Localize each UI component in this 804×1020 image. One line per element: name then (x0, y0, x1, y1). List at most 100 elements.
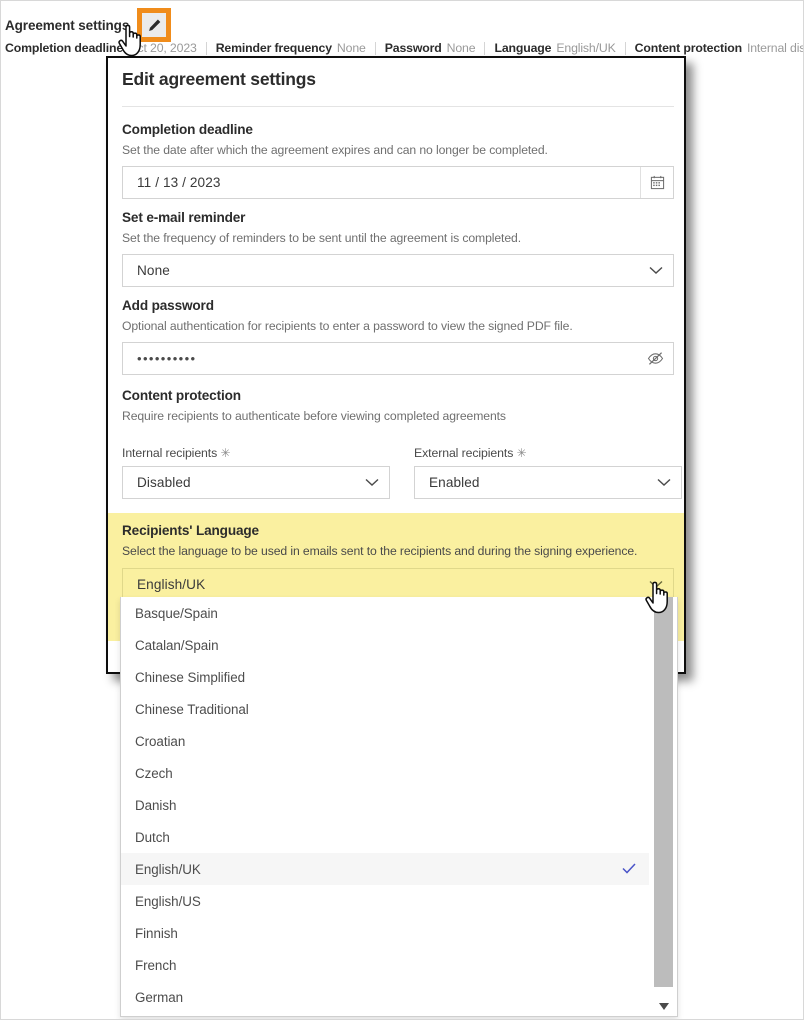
list-item-selected[interactable]: English/UK (121, 853, 652, 885)
chevron-down-icon (365, 467, 379, 498)
list-item-label: Danish (135, 797, 177, 813)
list-item-label: English/US (135, 893, 201, 909)
recipients-language-description: Select the language to be used in emails… (122, 544, 638, 558)
scroll-down-arrow-icon-svg (658, 1002, 669, 1010)
internal-recipients-select[interactable]: Disabled (122, 466, 390, 499)
list-item-label: Chinese Simplified (135, 669, 245, 685)
list-item[interactable]: Catalan/Spain (121, 629, 652, 661)
content-protection-label: Content protection (122, 388, 241, 403)
list-item[interactable]: German (121, 981, 652, 1013)
language-options-list: Basque/Spain Catalan/Spain Chinese Simpl… (121, 597, 652, 1016)
completion-deadline-description: Set the date after which the agreement e… (122, 143, 548, 157)
list-item-label: English/UK (135, 861, 201, 877)
required-marker-icon: ✳ (220, 446, 231, 460)
recipients-language-inner: Recipients' Language Select the language… (122, 523, 674, 600)
dialog-title: Edit agreement settings (122, 69, 316, 89)
list-item-label: French (135, 957, 177, 973)
dialog-divider (122, 106, 674, 107)
chevron-down-icon (657, 467, 671, 498)
add-password-value: •••••••••• (137, 351, 197, 366)
completion-deadline-value: 11 / 13 / 2023 (137, 175, 221, 190)
agreement-settings-summary: Agreement settings Completion deadline O… (1, 1, 803, 59)
language-dropdown-list[interactable]: Basque/Spain Catalan/Spain Chinese Simpl… (120, 597, 678, 1017)
email-reminder-field: Set e-mail reminder Set the frequency of… (122, 210, 674, 287)
external-recipients-select[interactable]: Enabled (414, 466, 682, 499)
summary-title-row: Agreement settings (5, 8, 172, 42)
summary-fields-row: Completion deadline Oct 20, 2023 Reminde… (5, 39, 803, 57)
screenshot-root: Agreement settings Completion deadline O… (0, 0, 804, 1020)
internal-recipients-value: Disabled (137, 475, 191, 490)
recipients-language-label: Recipients' Language (122, 523, 259, 538)
chevron-down-icon (649, 569, 663, 600)
completion-deadline-input[interactable]: 11 / 13 / 2023 (122, 166, 674, 199)
email-reminder-description: Set the frequency of reminders to be sen… (122, 231, 521, 245)
list-item[interactable]: Dutch (121, 821, 652, 853)
calendar-icon-svg (650, 175, 664, 190)
internal-recipients-label-text: Internal recipients (122, 446, 218, 460)
edit-agreement-settings-button[interactable] (137, 8, 172, 42)
list-item-label: Finnish (135, 925, 178, 941)
add-password-input[interactable]: •••••••••• (122, 342, 674, 375)
list-item-label: Catalan/Spain (135, 637, 219, 653)
external-recipients-value: Enabled (429, 475, 480, 490)
summary-separator (374, 41, 376, 55)
list-item[interactable]: Croatian (121, 725, 652, 757)
completion-deadline-field: Completion deadline Set the date after w… (122, 122, 674, 199)
external-recipients-group: External recipients ✳ Enabled (414, 446, 682, 499)
summary-separator (484, 41, 486, 55)
external-recipients-label-text: External recipients (414, 446, 514, 460)
list-item[interactable]: Czech (121, 757, 652, 789)
content-protection-field: Content protection Require recipients to… (122, 388, 674, 432)
content-protection-selects: Internal recipients ✳ Disabled External … (122, 446, 682, 516)
summary-value-2: None (446, 41, 476, 55)
add-password-description: Optional authentication for recipients t… (122, 319, 573, 333)
checkmark-icon (622, 862, 636, 876)
page-title: Agreement settings (5, 17, 130, 33)
content-protection-description: Require recipients to authenticate befor… (122, 409, 506, 423)
calendar-icon[interactable] (640, 167, 673, 198)
list-item-label: German (135, 989, 184, 1005)
scroll-down-arrow-icon[interactable] (654, 995, 673, 1016)
required-marker-icon: ✳ (516, 446, 527, 460)
summary-key-1: Reminder frequency (215, 41, 332, 55)
scrollbar-thumb[interactable] (654, 597, 673, 987)
list-item[interactable]: Danish (121, 789, 652, 821)
summary-value-3: English/UK (556, 41, 616, 55)
summary-key-3: Language (494, 41, 552, 55)
internal-recipients-group: Internal recipients ✳ Disabled (122, 446, 390, 499)
internal-recipients-label: Internal recipients ✳ (122, 446, 390, 460)
eye-off-icon[interactable] (641, 343, 669, 374)
email-reminder-value: None (137, 263, 170, 278)
list-item-label: Chinese Traditional (135, 701, 249, 717)
summary-value-1: None (336, 41, 366, 55)
eye-off-icon-svg (647, 352, 663, 365)
email-reminder-select[interactable]: None (122, 254, 674, 287)
list-item[interactable]: Finnish (121, 917, 652, 949)
summary-value-0: Oct 20, 2023 (128, 41, 197, 55)
recipients-language-select[interactable]: English/UK (122, 568, 674, 600)
summary-key-2: Password (384, 41, 442, 55)
chevron-down-icon-svg (365, 478, 379, 486)
dropdown-scrollbar[interactable] (649, 597, 677, 1016)
add-password-label: Add password (122, 298, 214, 313)
email-reminder-label: Set e-mail reminder (122, 210, 246, 225)
list-item-label: Czech (135, 765, 173, 781)
recipients-language-value: English/UK (137, 576, 206, 592)
list-item[interactable]: Basque/Spain (121, 597, 652, 629)
list-item[interactable]: Chinese Simplified (121, 661, 652, 693)
list-item[interactable]: English/US (121, 885, 652, 917)
list-item[interactable]: French (121, 949, 652, 981)
chevron-down-icon-svg (649, 266, 663, 274)
chevron-down-icon-svg (649, 580, 663, 588)
chevron-down-icon (649, 255, 663, 286)
list-item[interactable]: Chinese Traditional (121, 693, 652, 725)
summary-value-4: Internal disabled & External enabled (746, 41, 803, 55)
pencil-edit-icon-svg (148, 19, 161, 31)
checkmark-icon-svg (622, 863, 636, 874)
summary-key-4: Content protection (634, 41, 742, 55)
summary-key-0: Completion deadline (5, 41, 124, 55)
summary-separator (205, 41, 207, 55)
external-recipients-label: External recipients ✳ (414, 446, 682, 460)
completion-deadline-label: Completion deadline (122, 122, 253, 137)
chevron-down-icon-svg (657, 478, 671, 486)
